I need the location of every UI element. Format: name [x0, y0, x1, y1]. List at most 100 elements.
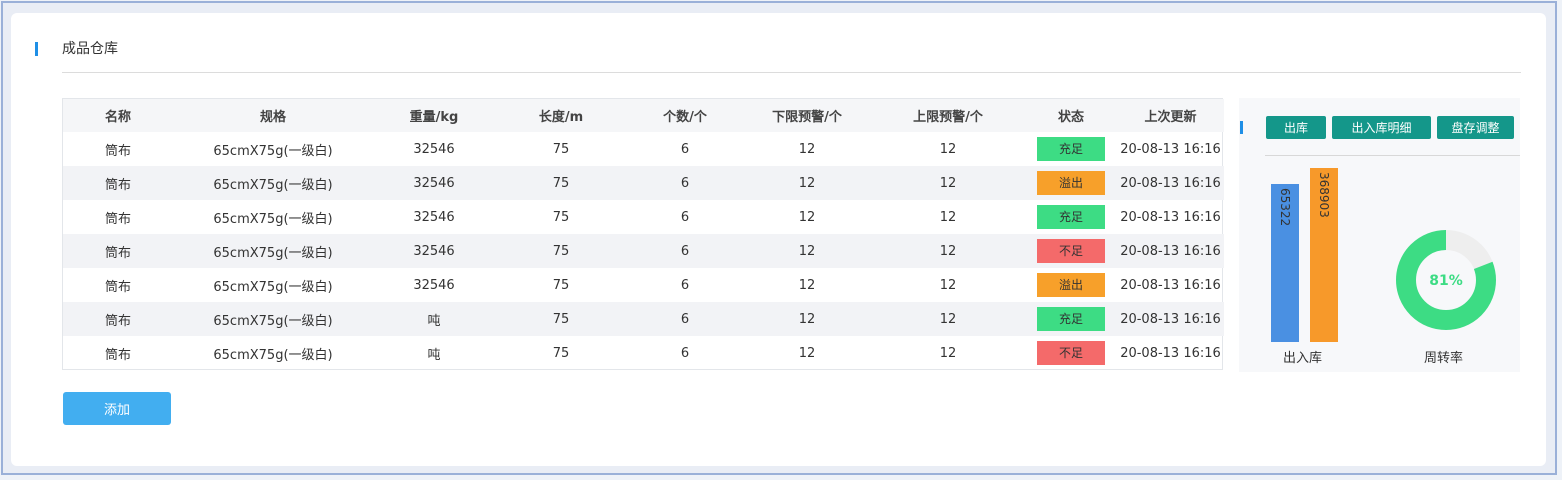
table-row: 筒布 65cmX75g(一级白) 32546 75 6 12 12 充足 20-08-13 16… [63, 200, 1224, 234]
status-badge: 溢出 [1037, 171, 1105, 195]
cell-weight: 32546 [413, 209, 455, 225]
turnover-donut-chart: 81% [1395, 229, 1497, 331]
cell-count: 6 [680, 311, 690, 327]
col-header-lower-alert: 下限预警/个 [772, 110, 842, 125]
cell-length: 75 [552, 243, 570, 259]
cell-upper-alert: 12 [939, 311, 957, 327]
bar-series-1: 65322 [1271, 183, 1299, 342]
cell-upper-alert: 12 [939, 243, 957, 259]
cell-status: 不足 [1025, 234, 1117, 268]
cell-lower-alert: 12 [798, 175, 816, 191]
cell-spec: 65cmX75g(一级白) [213, 177, 333, 193]
cell-spec: 65cmX75g(一级白) [213, 347, 333, 363]
donut-svg: 81% [1396, 230, 1496, 330]
side-accent-bar [1240, 121, 1243, 134]
cell-weight: 32546 [413, 277, 455, 293]
add-button[interactable]: 添加 [63, 392, 171, 425]
cell-spec: 65cmX75g(一级白) [213, 143, 333, 159]
donut-center-label: 81% [1429, 273, 1463, 289]
title-accent-bar [35, 42, 38, 56]
col-header-count: 个数/个 [663, 110, 707, 125]
cell-name: 筒布 [104, 143, 131, 159]
warehouse-card: 成品仓库 名称 规格 重量/kg 长度/m 个数/个 下限预警/个 上限预警/个… [11, 13, 1546, 466]
cell-weight: 吨 [427, 313, 441, 329]
side-divider [1265, 155, 1520, 156]
cell-lower-alert: 12 [798, 345, 816, 361]
cell-count: 6 [680, 345, 690, 361]
cell-weight: 32546 [413, 141, 455, 157]
inventory-adjust-button[interactable]: 盘存调整 [1437, 116, 1514, 139]
table-row: 筒布 65cmX75g(一级白) 吨 75 6 12 12 不足 20-08-13 16:16 [63, 336, 1224, 370]
cell-name: 筒布 [104, 245, 131, 261]
status-badge: 不足 [1037, 341, 1105, 365]
status-badge: 不足 [1037, 239, 1105, 263]
cell-spec: 65cmX75g(一级白) [213, 211, 333, 227]
cell-spec: 65cmX75g(一级白) [213, 245, 333, 261]
page-title: 成品仓库 [62, 41, 118, 57]
col-header-weight: 重量/kg [409, 110, 459, 125]
bar-value-label-2: 368903 [1317, 172, 1331, 218]
cell-status: 充足 [1025, 302, 1117, 336]
cell-upper-alert: 12 [939, 141, 957, 157]
cell-last-update: 20-08-13 16:16 [1120, 175, 1221, 191]
status-badge: 溢出 [1037, 273, 1105, 297]
cell-length: 75 [552, 277, 570, 293]
table-body: 筒布 65cmX75g(一级白) 32546 75 6 12 12 充足 20-08-13 16… [63, 132, 1224, 370]
col-header-last-update: 上次更新 [1144, 110, 1197, 125]
outbound-button[interactable]: 出库 [1266, 116, 1326, 139]
side-panel: 出库 出入库明细 盘存调整 65322 368903 出入库 81% 周转率 [1239, 98, 1520, 372]
cell-count: 6 [680, 277, 690, 293]
status-badge: 充足 [1037, 137, 1105, 161]
table-row: 筒布 65cmX75g(一级白) 32546 75 6 12 12 不足 20-08-13 16… [63, 234, 1224, 268]
donut-chart-caption: 周转率 [1424, 351, 1464, 366]
col-header-spec: 规格 [259, 110, 286, 125]
cell-weight: 吨 [427, 347, 441, 363]
cell-upper-alert: 12 [939, 175, 957, 191]
inventory-table: 名称 规格 重量/kg 长度/m 个数/个 下限预警/个 上限预警/个 状态 上… [62, 98, 1224, 370]
inout-detail-button[interactable]: 出入库明细 [1332, 116, 1431, 139]
cell-last-update: 20-08-13 16:16 [1120, 141, 1221, 157]
cell-spec: 65cmX75g(一级白) [213, 279, 333, 295]
bar-chart-caption: 出入库 [1283, 351, 1323, 366]
cell-status: 溢出 [1025, 268, 1117, 302]
cell-lower-alert: 12 [798, 243, 816, 259]
cell-name: 筒布 [104, 279, 131, 295]
cell-lower-alert: 12 [798, 141, 816, 157]
cell-count: 6 [680, 175, 690, 191]
cell-length: 75 [552, 175, 570, 191]
cell-weight: 32546 [413, 243, 455, 259]
cell-name: 筒布 [104, 177, 131, 193]
table-row: 筒布 65cmX75g(一级白) 32546 75 6 12 12 充足 20-08-13 16… [63, 132, 1224, 166]
cell-last-update: 20-08-13 16:16 [1120, 277, 1221, 293]
cell-count: 6 [680, 141, 690, 157]
table-row: 筒布 65cmX75g(一级白) 吨 75 6 12 12 充足 20-08-13 16:16 [63, 302, 1224, 336]
cell-name: 筒布 [104, 211, 131, 227]
cell-lower-alert: 12 [798, 311, 816, 327]
col-header-status: 状态 [1057, 110, 1084, 125]
table-header-row: 名称 规格 重量/kg 长度/m 个数/个 下限预警/个 上限预警/个 状态 上… [63, 99, 1224, 132]
status-badge: 充足 [1037, 205, 1105, 229]
col-header-length: 长度/m [538, 110, 584, 125]
cell-upper-alert: 12 [939, 345, 957, 361]
cell-name: 筒布 [104, 347, 131, 363]
table-row: 筒布 65cmX75g(一级白) 32546 75 6 12 12 溢出 20-08-13 16… [63, 268, 1224, 302]
cell-upper-alert: 12 [939, 277, 957, 293]
cell-last-update: 20-08-13 16:16 [1120, 345, 1221, 361]
col-header-upper-alert: 上限预警/个 [913, 110, 983, 125]
status-badge: 充足 [1037, 307, 1105, 331]
cell-length: 75 [552, 345, 570, 361]
cell-status: 不足 [1025, 336, 1117, 370]
cell-weight: 32546 [413, 175, 455, 191]
header-divider [62, 72, 1521, 73]
cell-length: 75 [552, 311, 570, 327]
cell-spec: 65cmX75g(一级白) [213, 313, 333, 329]
cell-name: 筒布 [104, 313, 131, 329]
bar-series-2: 368903 [1310, 168, 1338, 342]
section-header: 成品仓库 [11, 13, 1546, 87]
col-header-name: 名称 [104, 110, 131, 125]
table-row: 筒布 65cmX75g(一级白) 32546 75 6 12 12 溢出 20-08-13 16… [63, 166, 1224, 200]
cell-upper-alert: 12 [939, 209, 957, 225]
cell-lower-alert: 12 [798, 209, 816, 225]
cell-length: 75 [552, 209, 570, 225]
cell-count: 6 [680, 209, 690, 225]
